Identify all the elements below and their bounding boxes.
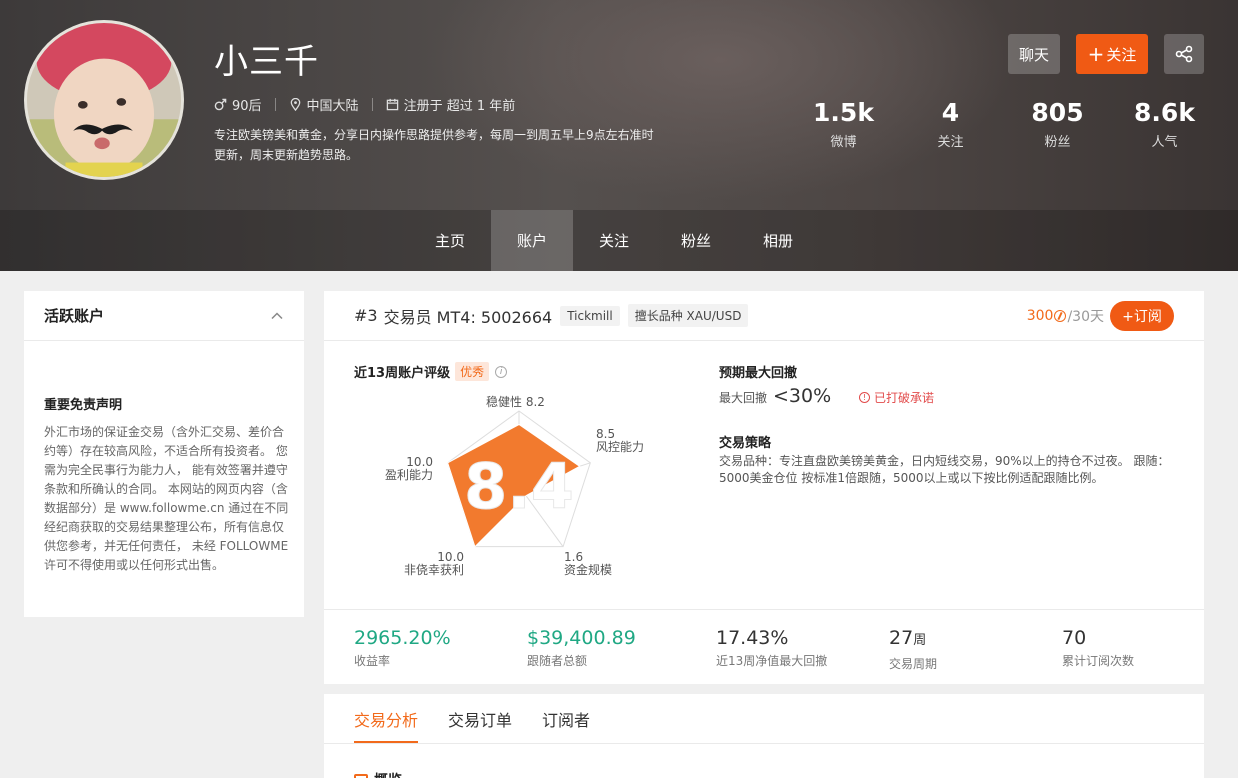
tab-followers[interactable]: 粉丝 (655, 210, 737, 271)
metric-label: 近13周净值最大回撤 (716, 654, 828, 668)
metric-max-drawdown: 17.43% 近13周净值最大回撤 (716, 626, 827, 669)
promise-broken-status: ! 已打破承诺 (859, 389, 934, 406)
disclaimer-title: 重要免责声明 (44, 398, 123, 413)
rating-title: 近13周账户评级 (354, 366, 451, 381)
chat-button[interactable]: 聊天 (1008, 34, 1060, 74)
overview-icon (354, 774, 368, 778)
account-title: 交易员 MT4: 5002664 (383, 307, 553, 327)
coin-icon (1054, 309, 1067, 322)
drawdown-title: 预期最大回撤 (719, 366, 798, 381)
axis-label-stability: 稳健性 8.2 (486, 395, 545, 409)
divider (371, 98, 373, 111)
specialty-tag: 擅长品种 XAU/USD (627, 304, 749, 327)
profile-stats: 1.5k 微博 4 关注 805 粉丝 8.6k 人气 (790, 98, 1220, 150)
tab-subscribers[interactable]: 订阅者 (542, 694, 590, 743)
metric-label: 交易周期 (889, 657, 938, 671)
location-pin-icon (290, 98, 300, 111)
account-card: #3 交易员 MT4: 5002664 Tickmill 擅长品种 XAU/US… (324, 291, 1204, 684)
active-accounts-panel: 活跃账户 重要免责声明 外汇市场的保证金交易（含外汇交易、差价合约等）存在较高风… (24, 291, 304, 617)
stat-label: 人气 (1151, 135, 1178, 150)
stat-popularity: 8.6k 人气 (1111, 98, 1218, 150)
tab-album[interactable]: 相册 (737, 210, 819, 271)
location: 中国大陆 (306, 99, 359, 114)
analysis-tabs: 交易分析 交易订单 订阅者 (324, 694, 1204, 744)
username: 小三千 (214, 42, 319, 82)
stat-label: 微博 (830, 135, 857, 150)
stat-posts[interactable]: 1.5k 微博 (790, 98, 897, 150)
follow-label: 关注 (1106, 45, 1137, 64)
share-button[interactable] (1164, 34, 1204, 74)
stat-followers[interactable]: 805 粉丝 (1004, 98, 1111, 150)
plus-icon: + (1087, 42, 1105, 66)
follow-button[interactable]: + 关注 (1076, 34, 1148, 74)
metric-value: $39,400.89 (527, 627, 636, 649)
metric-return: 2965.20% 收益率 (354, 626, 451, 669)
analysis-tabs-panel: 交易分析 交易订单 订阅者 概览 (324, 694, 1204, 778)
price-value: 300 (1026, 307, 1054, 324)
male-icon (214, 98, 227, 111)
metric-subscriptions: 70 累计订阅次数 (1062, 626, 1134, 669)
calendar-icon (386, 98, 398, 111)
account-rank: #3 (354, 306, 378, 325)
subscribe-button[interactable]: +订阅 (1110, 300, 1174, 331)
account-header: #3 交易员 MT4: 5002664 Tickmill 擅长品种 XAU/US… (324, 291, 1204, 341)
alert-icon: ! (859, 392, 870, 403)
share-icon (1175, 45, 1193, 63)
stat-label: 粉丝 (1044, 135, 1071, 150)
subscription-price: 300 /30天 (1027, 306, 1104, 326)
stat-following[interactable]: 4 关注 (897, 98, 1004, 150)
stat-label: 关注 (937, 135, 964, 150)
tab-following[interactable]: 关注 (573, 210, 655, 271)
rating-header: 近13周账户评级 优秀 i (354, 362, 508, 381)
overview-section-header: 概览 (354, 770, 402, 778)
rating-badge: 优秀 (455, 362, 490, 381)
tab-account[interactable]: 账户 (491, 210, 573, 271)
profile-nav: 主页 账户 关注 粉丝 相册 (409, 210, 819, 271)
axis-label-non-luck: 10.0 非侥幸获利 (404, 550, 465, 577)
stat-value: 8.6k (1134, 98, 1195, 127)
panel-title: 活跃账户 (44, 307, 105, 325)
strategy-title: 交易策略 (719, 436, 772, 451)
metric-value: 2965.20% (354, 627, 451, 649)
metric-label: 跟随者总额 (527, 654, 588, 668)
divider (274, 98, 276, 111)
broker-tag: Tickmill (560, 305, 620, 326)
age-group: 90后 (232, 99, 262, 114)
drawdown-row: 最大回撤 <30% (719, 385, 831, 407)
promise-broken-label: 已打破承诺 (874, 391, 935, 405)
bio: 专注欧美镑美和黄金，分享日内操作思路提供参考，每周一到周五早上9点左右准时更新，… (214, 128, 654, 162)
info-icon[interactable]: i (495, 365, 508, 378)
strategy-text: 交易品种：专注直盘欧美镑美黄金，日内短线交易，90%以上的持仓不过夜。 跟随：5… (719, 454, 1170, 485)
drawdown-label: 最大回撤 (719, 391, 768, 405)
metric-label: 收益率 (354, 654, 391, 668)
chevron-up-icon[interactable] (270, 309, 284, 323)
metric-label: 累计订阅次数 (1062, 654, 1135, 668)
stat-value: 4 (941, 98, 960, 127)
radar-chart: 8.4 稳健性 8.2 8.5 风控能力 1.6 资金规模 10.0 非侥幸获利 10… (374, 391, 664, 581)
metric-follower-total: $39,400.89 跟随者总额 (527, 626, 636, 669)
stat-value: 1.5k (813, 98, 874, 127)
radar-score: 8.4 (464, 450, 574, 523)
axis-label-profitability: 10.0 盈利能力 (385, 455, 434, 482)
profile-meta: 90后 中国大陆 注册于 超过 1 年前 (214, 95, 515, 114)
avatar[interactable] (24, 20, 184, 180)
disclaimer-text: 外汇市场的保证金交易（含外汇交易、差价合约等）存在较高风险，不适合所有投资者。 … (44, 425, 289, 572)
metric-value: 27周 (889, 627, 927, 649)
axis-label-risk-control: 8.5 风控能力 (596, 427, 645, 454)
tab-trade-orders[interactable]: 交易订单 (448, 694, 512, 743)
drawdown-value: <30% (773, 385, 832, 407)
tab-trade-analysis[interactable]: 交易分析 (354, 694, 419, 743)
registered-since: 注册于 超过 1 年前 (403, 99, 516, 114)
overview-title: 概览 (374, 770, 402, 778)
price-period: /30天 (1067, 308, 1104, 325)
metric-value: 70 (1062, 627, 1087, 649)
metrics-row: 2965.20% 收益率 $39,400.89 跟随者总额 17.43% 近13… (324, 609, 1204, 684)
metric-trade-period: 27周 交易周期 (889, 626, 937, 672)
stat-value: 805 (1031, 98, 1084, 127)
tab-home[interactable]: 主页 (409, 210, 491, 271)
metric-value: 17.43% (716, 627, 789, 649)
axis-label-capital: 1.6 资金规模 (564, 550, 613, 577)
panel-header[interactable]: 活跃账户 (24, 291, 304, 341)
